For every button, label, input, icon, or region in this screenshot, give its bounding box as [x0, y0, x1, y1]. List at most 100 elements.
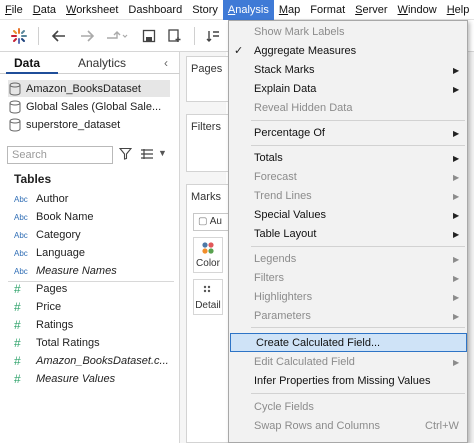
- checkmark-icon: ✓: [234, 45, 244, 57]
- tableau-logo-icon[interactable]: [8, 26, 30, 46]
- field-item[interactable]: # Amazon_BooksDataset.c...: [14, 352, 174, 370]
- menu-item-special-values[interactable]: Special Values ▶: [229, 206, 467, 225]
- menu-item-label: Aggregate Measures: [254, 45, 357, 57]
- chevron-down-icon[interactable]: ▼: [158, 148, 167, 158]
- submenu-arrow-icon: ▶: [453, 129, 460, 138]
- shelves-area: Pages Filters Marks ▢ Au Color Detail: [180, 52, 246, 443]
- menu-data[interactable]: Data: [28, 0, 61, 20]
- collapse-pane-icon[interactable]: ‹: [164, 56, 168, 70]
- save-icon[interactable]: [138, 26, 160, 46]
- menu-item-totals[interactable]: Totals ▶: [229, 149, 467, 168]
- datasource-item[interactable]: superstore_dataset: [8, 116, 170, 133]
- detail-button-label: Detail: [195, 300, 221, 311]
- menu-item-legends[interactable]: Legends ▶: [229, 250, 467, 269]
- new-datasource-icon[interactable]: [164, 26, 186, 46]
- menu-dashboard[interactable]: Dashboard: [123, 0, 187, 20]
- pages-shelf-label: Pages: [191, 63, 223, 75]
- menu-item-label: Highlighters: [254, 291, 313, 303]
- redo-icon[interactable]: [76, 26, 98, 46]
- submenu-arrow-icon: ▶: [453, 255, 460, 264]
- menu-server[interactable]: Server: [350, 0, 392, 20]
- color-button[interactable]: Color: [193, 237, 223, 273]
- marks-card-label: Marks: [191, 191, 221, 203]
- swap-icon[interactable]: [202, 26, 224, 46]
- field-item[interactable]: # Price: [14, 298, 174, 316]
- field-name: Ratings: [36, 319, 74, 331]
- submenu-arrow-icon: ▶: [453, 154, 460, 163]
- field-item[interactable]: Abc Category: [14, 226, 174, 244]
- menu-item-parameters[interactable]: Parameters ▶: [229, 307, 467, 326]
- menu-item-table-layout[interactable]: Table Layout ▶: [229, 225, 467, 244]
- field-item[interactable]: Abc Measure Names: [14, 262, 174, 280]
- menu-item-label: Swap Rows and Columns: [254, 420, 380, 432]
- field-item[interactable]: # Total Ratings: [14, 334, 174, 352]
- database-icon: [9, 100, 21, 114]
- menu-item-label: Trend Lines: [254, 190, 312, 202]
- datasource-name: Global Sales (Global Sale...: [26, 100, 162, 113]
- menu-item-label: Percentage Of: [254, 127, 325, 139]
- field-name: Total Ratings: [36, 337, 100, 349]
- replay-icon[interactable]: [104, 26, 130, 46]
- tab-data[interactable]: Data: [14, 52, 40, 74]
- submenu-arrow-icon: ▶: [453, 211, 460, 220]
- tab-analytics[interactable]: Analytics: [78, 52, 126, 74]
- datasource-item[interactable]: Amazon_BooksDataset: [8, 80, 170, 97]
- field-item[interactable]: # Ratings: [14, 316, 174, 334]
- number-type-icon: #: [14, 318, 21, 332]
- submenu-arrow-icon: ▶: [453, 230, 460, 239]
- search-input[interactable]: [8, 147, 112, 163]
- menu-item-percentage-of[interactable]: Percentage Of ▶: [229, 124, 467, 143]
- field-item[interactable]: Abc Author: [14, 190, 174, 208]
- menu-item-trend-lines[interactable]: Trend Lines ▶: [229, 187, 467, 206]
- menu-item-filters[interactable]: Filters ▶: [229, 269, 467, 288]
- submenu-arrow-icon: ▶: [453, 358, 460, 367]
- detail-button[interactable]: Detail: [193, 279, 223, 315]
- menu-item-cycle-fields[interactable]: Cycle Fields: [229, 398, 467, 417]
- menu-map[interactable]: Map: [274, 0, 305, 20]
- view-list-icon[interactable]: [140, 148, 154, 163]
- menu-analysis[interactable]: Analysis: [222, 0, 274, 20]
- menu-item-forecast[interactable]: Forecast ▶: [229, 168, 467, 187]
- field-name: Amazon_BooksDataset.c...: [36, 355, 169, 367]
- mark-type-icon: ▢: [198, 216, 208, 227]
- menu-item-highlighters[interactable]: Highlighters ▶: [229, 288, 467, 307]
- menu-file[interactable]: File: [0, 0, 28, 20]
- submenu-arrow-icon: ▶: [453, 274, 460, 283]
- filter-icon[interactable]: [118, 147, 133, 163]
- field-item[interactable]: # Measure Values: [14, 370, 174, 388]
- datasource-item[interactable]: Global Sales (Global Sale...: [8, 98, 170, 115]
- undo-icon[interactable]: [48, 26, 70, 46]
- active-tab-indicator: [6, 72, 58, 74]
- field-name: Measure Names: [36, 265, 117, 277]
- menu-format[interactable]: Format: [305, 0, 350, 20]
- string-type-icon: Abc: [14, 248, 28, 258]
- menu-item-show-mark-labels[interactable]: Show Mark Labels: [229, 23, 467, 42]
- menu-separator: [251, 120, 465, 121]
- menu-help[interactable]: Help: [442, 0, 474, 20]
- menu-item-create-calculated-field[interactable]: Create Calculated Field...: [230, 333, 467, 352]
- menu-worksheet[interactable]: Worksheet: [61, 0, 123, 20]
- mark-type-dropdown[interactable]: ▢ Au: [193, 213, 229, 231]
- menu-item-stack-marks[interactable]: Stack Marks ▶: [229, 61, 467, 80]
- menu-item-aggregate-measures[interactable]: ✓ Aggregate Measures: [229, 42, 467, 61]
- menu-item-label: Reveal Hidden Data: [254, 102, 353, 114]
- datasource-name: superstore_dataset: [26, 118, 121, 131]
- menu-item-label: Explain Data: [254, 83, 317, 95]
- field-item[interactable]: Abc Book Name: [14, 208, 174, 226]
- mark-type-label: Au: [209, 216, 222, 227]
- menu-story[interactable]: Story: [187, 0, 223, 20]
- menu-item-label: Forecast: [254, 171, 297, 183]
- field-name: Pages: [36, 283, 68, 295]
- menu-item-edit-calculated-field[interactable]: Edit Calculated Field ▶: [229, 353, 467, 372]
- menu-item-reveal-hidden-data[interactable]: Reveal Hidden Data: [229, 99, 467, 118]
- field-item[interactable]: Abc Language: [14, 244, 174, 262]
- menu-item-swap-rows-and-columns[interactable]: Swap Rows and Columns Ctrl+W: [229, 417, 467, 436]
- menu-item-explain-data[interactable]: Explain Data ▶: [229, 80, 467, 99]
- menu-window[interactable]: Window: [393, 0, 442, 20]
- field-item[interactable]: # Pages: [14, 280, 174, 298]
- menu-item-infer-properties-from-missing-values[interactable]: Infer Properties from Missing Values: [229, 372, 467, 391]
- menu-item-label: Show Mark Labels: [254, 26, 345, 38]
- menu-item-label: Filters: [254, 272, 284, 284]
- menu-item-label: Edit Calculated Field: [254, 356, 355, 368]
- toolbar-separator: [194, 27, 195, 45]
